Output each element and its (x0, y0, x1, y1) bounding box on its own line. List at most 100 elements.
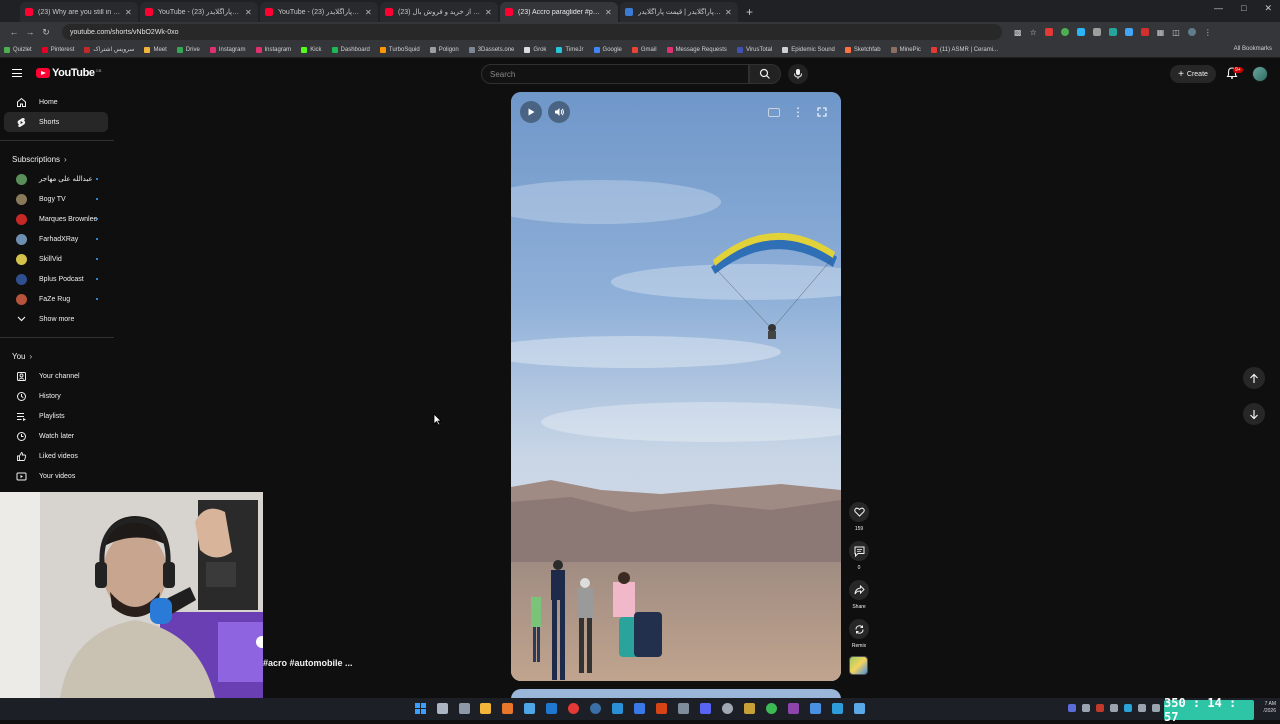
chrome-icon[interactable] (568, 703, 579, 714)
bookmark-item[interactable]: Grok (524, 46, 546, 53)
install-icon[interactable]: ▩ (1014, 28, 1022, 37)
forward-icon[interactable]: → (22, 27, 38, 37)
menu-hamburger-icon[interactable] (12, 69, 22, 77)
voice-search-button[interactable] (788, 64, 808, 84)
sidebar-item-history[interactable]: History (4, 386, 108, 406)
tray-icon[interactable] (1138, 704, 1146, 712)
sidebar-item-channel[interactable]: Your channel (4, 366, 108, 386)
subscription-item[interactable]: Bogy TV (4, 189, 108, 209)
back-icon[interactable]: ← (6, 27, 22, 37)
browser-tab[interactable]: YouTube - تجهیزات پاراگلایدر (23) ✕ (260, 2, 378, 22)
app-icon[interactable] (656, 703, 667, 714)
tab-close-icon[interactable]: ✕ (125, 8, 133, 17)
mute-button[interactable] (548, 101, 570, 123)
captions-button[interactable] (763, 104, 785, 120)
app-icon[interactable] (854, 703, 865, 714)
play-button[interactable] (520, 101, 542, 123)
sidebar-item-home[interactable]: Home (4, 92, 108, 112)
tray-icon[interactable] (1068, 704, 1076, 712)
share-action[interactable]: Share (848, 580, 870, 610)
extension-icon[interactable] (1060, 28, 1069, 36)
bookmark-item[interactable]: Google (593, 46, 622, 53)
bookmark-item[interactable]: Message Requests (666, 46, 727, 53)
new-tab-button[interactable]: + (746, 5, 753, 19)
sidebar-item-shorts[interactable]: Shorts (4, 112, 108, 132)
account-avatar[interactable] (1252, 66, 1268, 82)
like-button[interactable] (849, 502, 869, 522)
bookmark-item[interactable]: Epidemic Sound (782, 46, 835, 53)
bookmark-item[interactable]: Kick (301, 46, 322, 53)
bookmark-item[interactable]: Quizlet (4, 46, 32, 53)
tray-icon[interactable] (1096, 704, 1104, 712)
bookmark-star-icon[interactable]: ☆ (1030, 28, 1037, 37)
app-icon[interactable] (546, 703, 557, 714)
bookmark-item[interactable]: 3Dassets.one (468, 46, 514, 53)
settings-gear-icon[interactable] (722, 703, 733, 714)
browser-tab[interactable]: خرید پاراگلایدر | قیمت پاراگلایدر ✕ (620, 2, 738, 22)
bookmark-item[interactable]: Gmail (631, 46, 657, 53)
extension-icon[interactable] (1076, 28, 1085, 36)
shorts-video-player[interactable]: ⋮ (511, 92, 841, 681)
sound-thumbnail[interactable] (849, 656, 868, 675)
app-icon[interactable] (634, 703, 645, 714)
bookmark-item[interactable]: MinePic (890, 46, 921, 53)
sidebar-item-your-videos[interactable]: Your videos (4, 466, 108, 486)
subscription-item[interactable]: SkillVid (4, 249, 108, 269)
tray-icon[interactable] (1124, 704, 1132, 712)
bookmark-item[interactable]: Pinterest (41, 46, 74, 53)
subscriptions-heading[interactable]: Subscriptions › (0, 149, 116, 169)
mail-icon[interactable] (524, 703, 535, 714)
system-clock[interactable]: 7 AM /2026 (1254, 701, 1276, 715)
close-window-icon[interactable]: ✕ (1264, 3, 1272, 14)
bookmark-item[interactable]: سرویس اشتراک (84, 46, 134, 53)
bookmark-item[interactable]: Meet (144, 46, 167, 53)
extension-icon[interactable] (1044, 28, 1053, 36)
discord-icon[interactable] (700, 703, 711, 714)
comment-action[interactable]: 0 (848, 541, 870, 571)
app-icon[interactable] (788, 703, 799, 714)
extension-icon[interactable] (1108, 28, 1117, 36)
search-input[interactable]: Search (481, 64, 749, 84)
app-icon[interactable] (678, 703, 689, 714)
tab-close-icon[interactable]: ✕ (725, 8, 733, 17)
app-icon[interactable] (590, 703, 601, 714)
browser-tab[interactable]: (23) Accro paraglider #parag ✕ (500, 2, 618, 22)
browser-tab[interactable]: YouTube - شروع پاراگلایدر (23) ✕ (140, 2, 258, 22)
subscription-item[interactable]: FarhadXRay (4, 229, 108, 249)
split-view-icon[interactable]: ◫ (1172, 28, 1180, 37)
youtube-logo[interactable]: YouTube GB (36, 67, 101, 79)
bookmark-item[interactable]: Poligon (429, 46, 459, 53)
subscription-item[interactable]: Bplus Podcast (4, 269, 108, 289)
more-options-button[interactable]: ⋮ (791, 104, 805, 120)
bookmark-item[interactable]: Sketchfab (844, 46, 881, 53)
app-icon[interactable] (744, 703, 755, 714)
app-icon[interactable] (810, 703, 821, 714)
extensions-puzzle-icon[interactable]: ▦ (1157, 28, 1165, 37)
app-icon[interactable] (459, 703, 470, 714)
address-bar[interactable]: youtube.com/shorts/vNbO2Wk-0xo (62, 24, 1002, 40)
extension-icon[interactable] (1092, 28, 1101, 36)
like-action[interactable]: 159 (848, 502, 870, 532)
remix-action[interactable]: Remix (848, 619, 870, 649)
all-bookmarks-button[interactable]: All Bookmarks (1234, 46, 1272, 52)
sidebar-item-playlists[interactable]: Playlists (4, 406, 108, 426)
bookmark-item[interactable]: Instagram (255, 46, 291, 53)
app-icon[interactable] (766, 703, 777, 714)
bookmark-item[interactable]: TimeJr (556, 46, 584, 53)
tab-close-icon[interactable]: ✕ (605, 8, 613, 17)
app-icon[interactable] (612, 703, 623, 714)
tray-icon[interactable] (1152, 704, 1160, 712)
bookmark-item[interactable]: (11) ASMR | Cerami... (930, 46, 998, 53)
share-button[interactable] (849, 580, 869, 600)
windows-start-icon[interactable] (415, 703, 426, 714)
file-explorer-icon[interactable] (480, 703, 491, 714)
tab-close-icon[interactable]: ✕ (365, 8, 373, 17)
previous-short-button[interactable] (1243, 367, 1265, 389)
bookmark-item[interactable]: Dashboard (331, 46, 370, 53)
subscription-item[interactable]: Marques Brownlee (4, 209, 108, 229)
fullscreen-button[interactable] (813, 104, 831, 120)
profile-avatar-icon[interactable] (1187, 28, 1196, 36)
extension-icon[interactable] (1140, 28, 1149, 36)
show-more-button[interactable]: Show more (4, 309, 108, 329)
you-heading[interactable]: You › (0, 346, 116, 366)
